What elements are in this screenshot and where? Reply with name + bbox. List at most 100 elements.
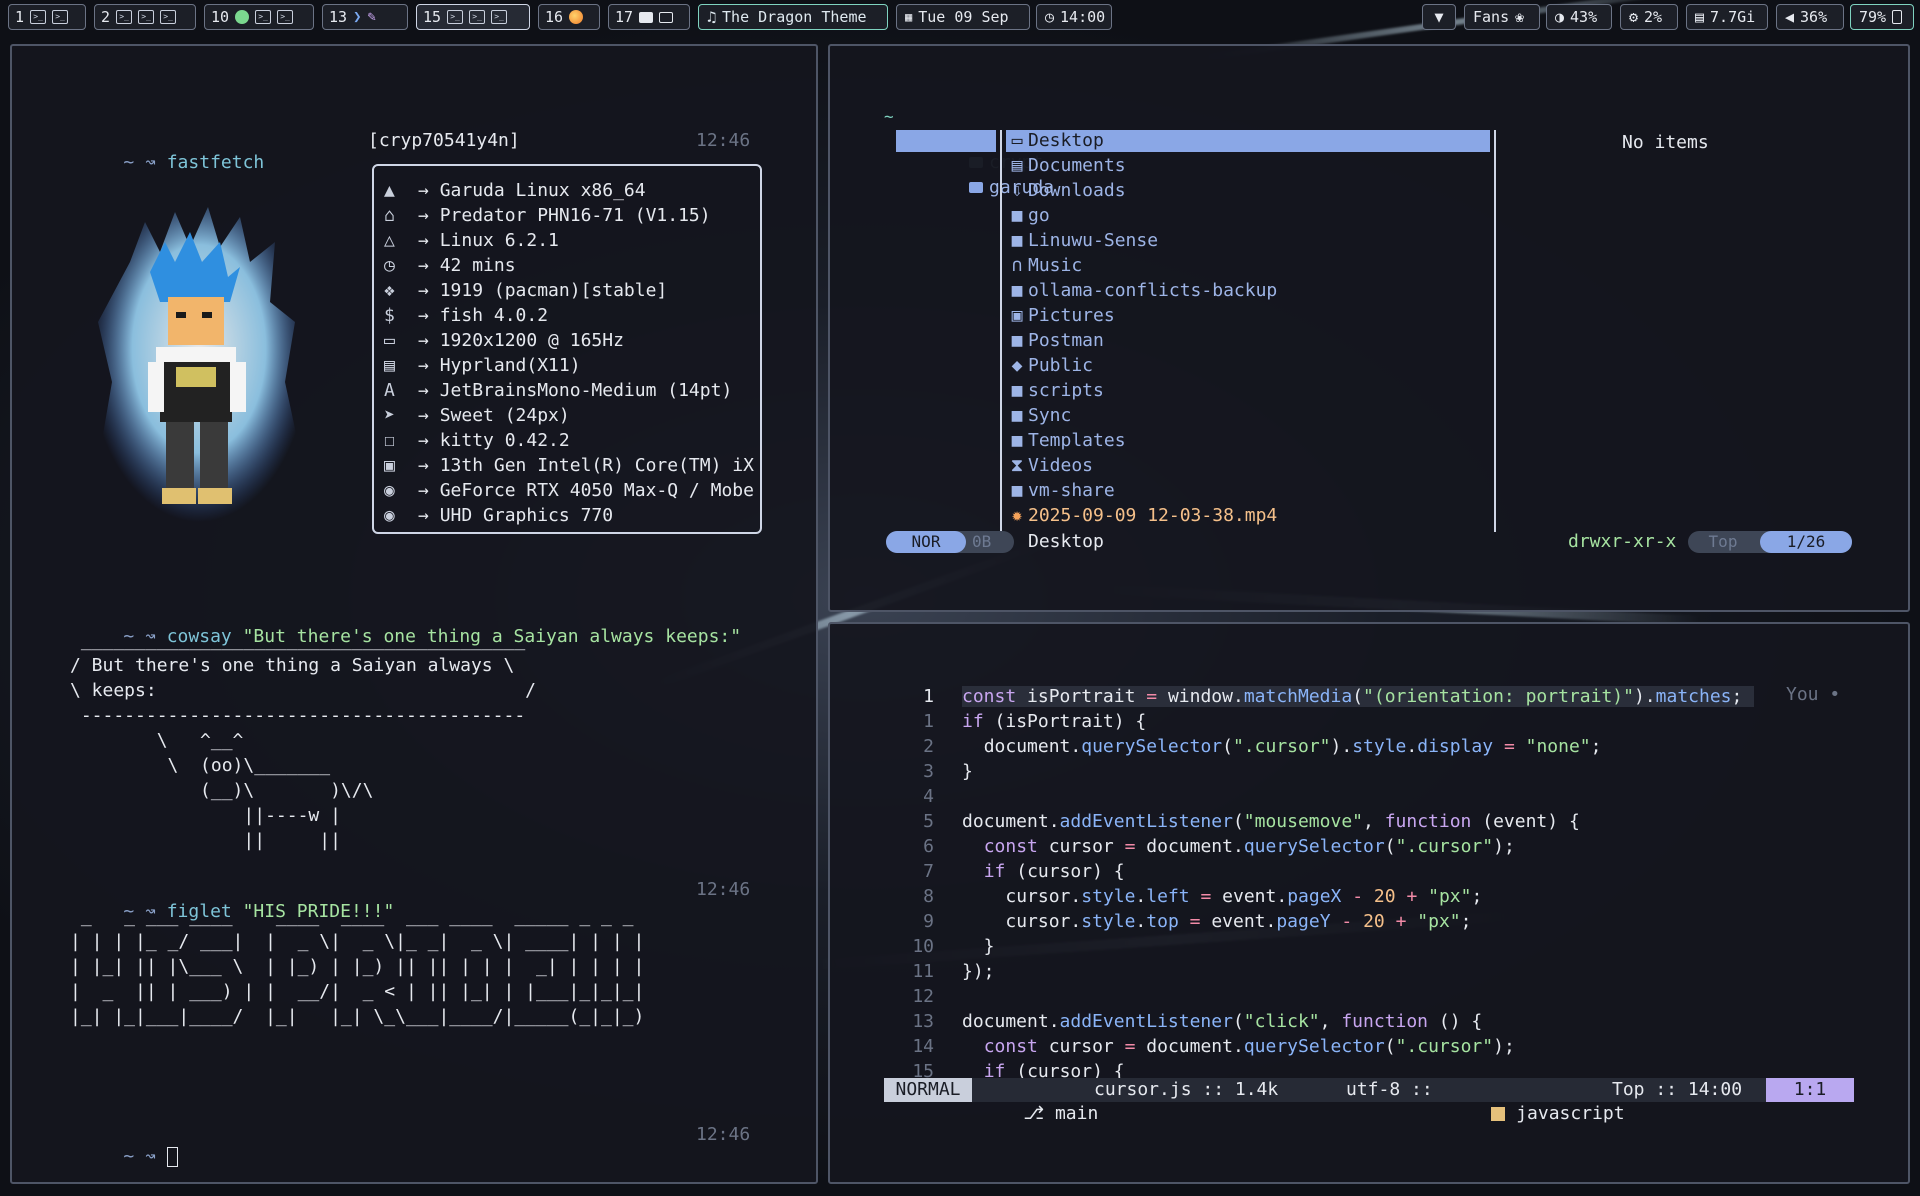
workspace-16[interactable]: 16 [538, 4, 600, 30]
preview-empty: No items [1622, 132, 1709, 153]
code-line[interactable]: }); [962, 961, 995, 982]
clock-widget[interactable]: ◷ 14:00 [1036, 4, 1112, 30]
now-playing[interactable]: ♫ The Dragon Theme [698, 4, 888, 30]
file-list-item[interactable]: ■ Linuwu-Sense [1006, 230, 1490, 252]
cpu-icon: ▣ [384, 455, 395, 476]
code-line[interactable]: document.addEventListener("click", funct… [962, 1011, 1482, 1032]
line-number: 8 [923, 886, 934, 907]
headphones-icon: ∩ [1011, 255, 1023, 276]
video-icon: ⧗ [1010, 455, 1024, 476]
file-list-item[interactable]: ∩ Music [1006, 255, 1490, 277]
editor-window[interactable]: 1 const isPortrait = window.matchMedia("(… [828, 622, 1910, 1184]
download-icon: ⇩ [1011, 180, 1023, 201]
line-number: 7 [923, 861, 934, 882]
file-list-item[interactable]: ⇩ Downloads [1006, 180, 1490, 202]
file-manager-window[interactable]: ~ crypt… garuda ▭ Desktop ▤ Documents ⇩ Downl… [828, 44, 1910, 612]
line-number: 10 [912, 936, 934, 957]
terminal-icon: >_ [491, 10, 508, 24]
file-list-item[interactable]: ■ Sync [1006, 405, 1490, 427]
code-line[interactable]: const cursor = document.querySelector(".… [962, 1036, 1515, 1057]
file-name: go [1028, 205, 1050, 226]
gpu-icon: ◉ [384, 505, 395, 526]
encoding: utf-8 :: [1346, 1079, 1433, 1100]
line-number: 6 [923, 836, 934, 857]
workspace-number: 17 [615, 8, 634, 26]
fastfetch-info-text: GeForce RTX 4050 Max-Q / Mobe [439, 480, 754, 501]
current-path: ~ [884, 107, 894, 126]
tux-icon: △ [384, 230, 395, 251]
terminal-icon: >_ [116, 10, 133, 24]
memory-widget[interactable]: ▤ 7.7Gi [1686, 4, 1768, 30]
file-name: ollama-conflicts-backup [1028, 280, 1278, 301]
video-file-icon: ✹ [1011, 505, 1023, 526]
fastfetch-info-row: ▣ → 13th Gen Intel(R) Core(TM) iX [384, 455, 754, 477]
cpu-widget[interactable]: ⚙ 2% [1620, 4, 1678, 30]
terminal-window[interactable]: ~ ↝ fastfetch [cryp70541y4n] 12:46 ▲ → Ga… [10, 44, 818, 1184]
workspace-number: 15 [423, 8, 442, 26]
parent-item[interactable]: garuda [896, 155, 1054, 198]
file-list-item[interactable]: ■ Templates [1006, 430, 1490, 452]
workspace-17[interactable]: 17 [608, 4, 690, 30]
workspace-1[interactable]: 1 >_ >_ [8, 4, 86, 30]
arrow-icon: → [418, 255, 440, 276]
file-list-item[interactable]: ▭ Desktop [1006, 130, 1490, 152]
file-list-item[interactable]: ■ vm-share [1006, 480, 1490, 502]
file-list-item[interactable]: ■ scripts [1006, 380, 1490, 402]
command-text: fastfetch [166, 152, 265, 173]
terminal-icon: >_ [138, 10, 155, 24]
file-list-item[interactable]: ✹ 2025-09-09 12-03-38.mp4 [1006, 505, 1490, 527]
file-name: Downloads [1028, 180, 1126, 201]
network-widget[interactable]: ▼ [1422, 4, 1456, 30]
figlet-output: _ _ ___ ____ ____ ____ ___ ____ _____ _ … [70, 906, 645, 1027]
volume-widget[interactable]: ◀ 36% [1776, 4, 1844, 30]
clock-icon: ◷ [1045, 8, 1055, 26]
fastfetch-info-text: kitty 0.42.2 [439, 430, 570, 451]
workspace-number: 10 [211, 8, 230, 26]
code-line[interactable]: const isPortrait = window.matchMedia("(o… [962, 686, 1755, 707]
code-line[interactable]: } [962, 936, 995, 957]
mode-indicator: NORMAL [884, 1078, 972, 1102]
code-line[interactable]: document.querySelector(".cursor").style.… [962, 736, 1602, 757]
file-name: Templates [1028, 430, 1126, 451]
arrow-icon: → [418, 205, 440, 226]
fans-widget[interactable]: Fans ❀ [1464, 4, 1540, 30]
line-number: 1 [923, 711, 934, 732]
file-list-item[interactable]: ▤ Documents [1006, 155, 1490, 177]
file-list-item[interactable]: ■ ollama-conflicts-backup [1006, 280, 1490, 302]
workspace-13[interactable]: 13 ❯ ✎ [322, 4, 408, 30]
code-line[interactable]: } [962, 761, 973, 782]
parent-item[interactable]: crypt… [896, 130, 1054, 173]
arrow-icon: → [418, 305, 440, 326]
fastfetch-info-row: ◉ → UHD Graphics 770 [384, 505, 613, 527]
arrow-icon: → [418, 480, 440, 501]
file-list-item[interactable]: ▣ Pictures [1006, 305, 1490, 327]
date-widget[interactable]: ▦ Tue 09 Sep [896, 4, 1030, 30]
file-list-item[interactable]: ■ Postman [1006, 330, 1490, 352]
arrow-icon: → [418, 430, 440, 451]
code-line[interactable]: cursor.style.left = event.pageX - 20 + "… [962, 886, 1482, 907]
fastfetch-info-row: △ → Linux 6.2.1 [384, 230, 559, 252]
battery-widget[interactable]: 79% [1850, 4, 1914, 30]
file-list-item[interactable]: ■ go [1006, 205, 1490, 227]
file-list-item[interactable]: ⧗ Videos [1006, 455, 1490, 477]
code-line[interactable]: cursor.style.top = event.pageY - 20 + "p… [962, 911, 1471, 932]
folder-icon: ■ [1011, 280, 1023, 301]
code-line[interactable]: if (cursor) { [962, 861, 1125, 882]
code-line[interactable]: const cursor = document.querySelector(".… [962, 836, 1515, 857]
workspace-10[interactable]: 10 >_ >_ [204, 4, 314, 30]
arrow-icon: → [418, 355, 440, 376]
code-line[interactable]: if (isPortrait) { [962, 711, 1146, 732]
workspace-2[interactable]: 2 >_ >_ >_ [94, 4, 196, 30]
arrow-icon: → [418, 230, 440, 251]
fastfetch-info-text: Garuda Linux x86_64 [439, 180, 646, 201]
code-line[interactable]: document.addEventListener("mousemove", f… [962, 811, 1580, 832]
file-list-item[interactable]: ◆ Public [1006, 355, 1490, 377]
fastfetch-info-text: Sweet (24px) [439, 405, 570, 426]
line-number: 12 [912, 986, 934, 1007]
brightness-widget[interactable]: ◑ 43% [1546, 4, 1612, 30]
memory-value: 7.7Gi [1710, 8, 1756, 26]
fastfetch-info-row: ☐ → kitty 0.42.2 [384, 430, 570, 452]
workspace-15[interactable]: 15 >_ >_ >_ [416, 4, 530, 30]
terminal-icon: >_ [30, 10, 47, 24]
now-playing-title: The Dragon Theme [722, 8, 867, 26]
